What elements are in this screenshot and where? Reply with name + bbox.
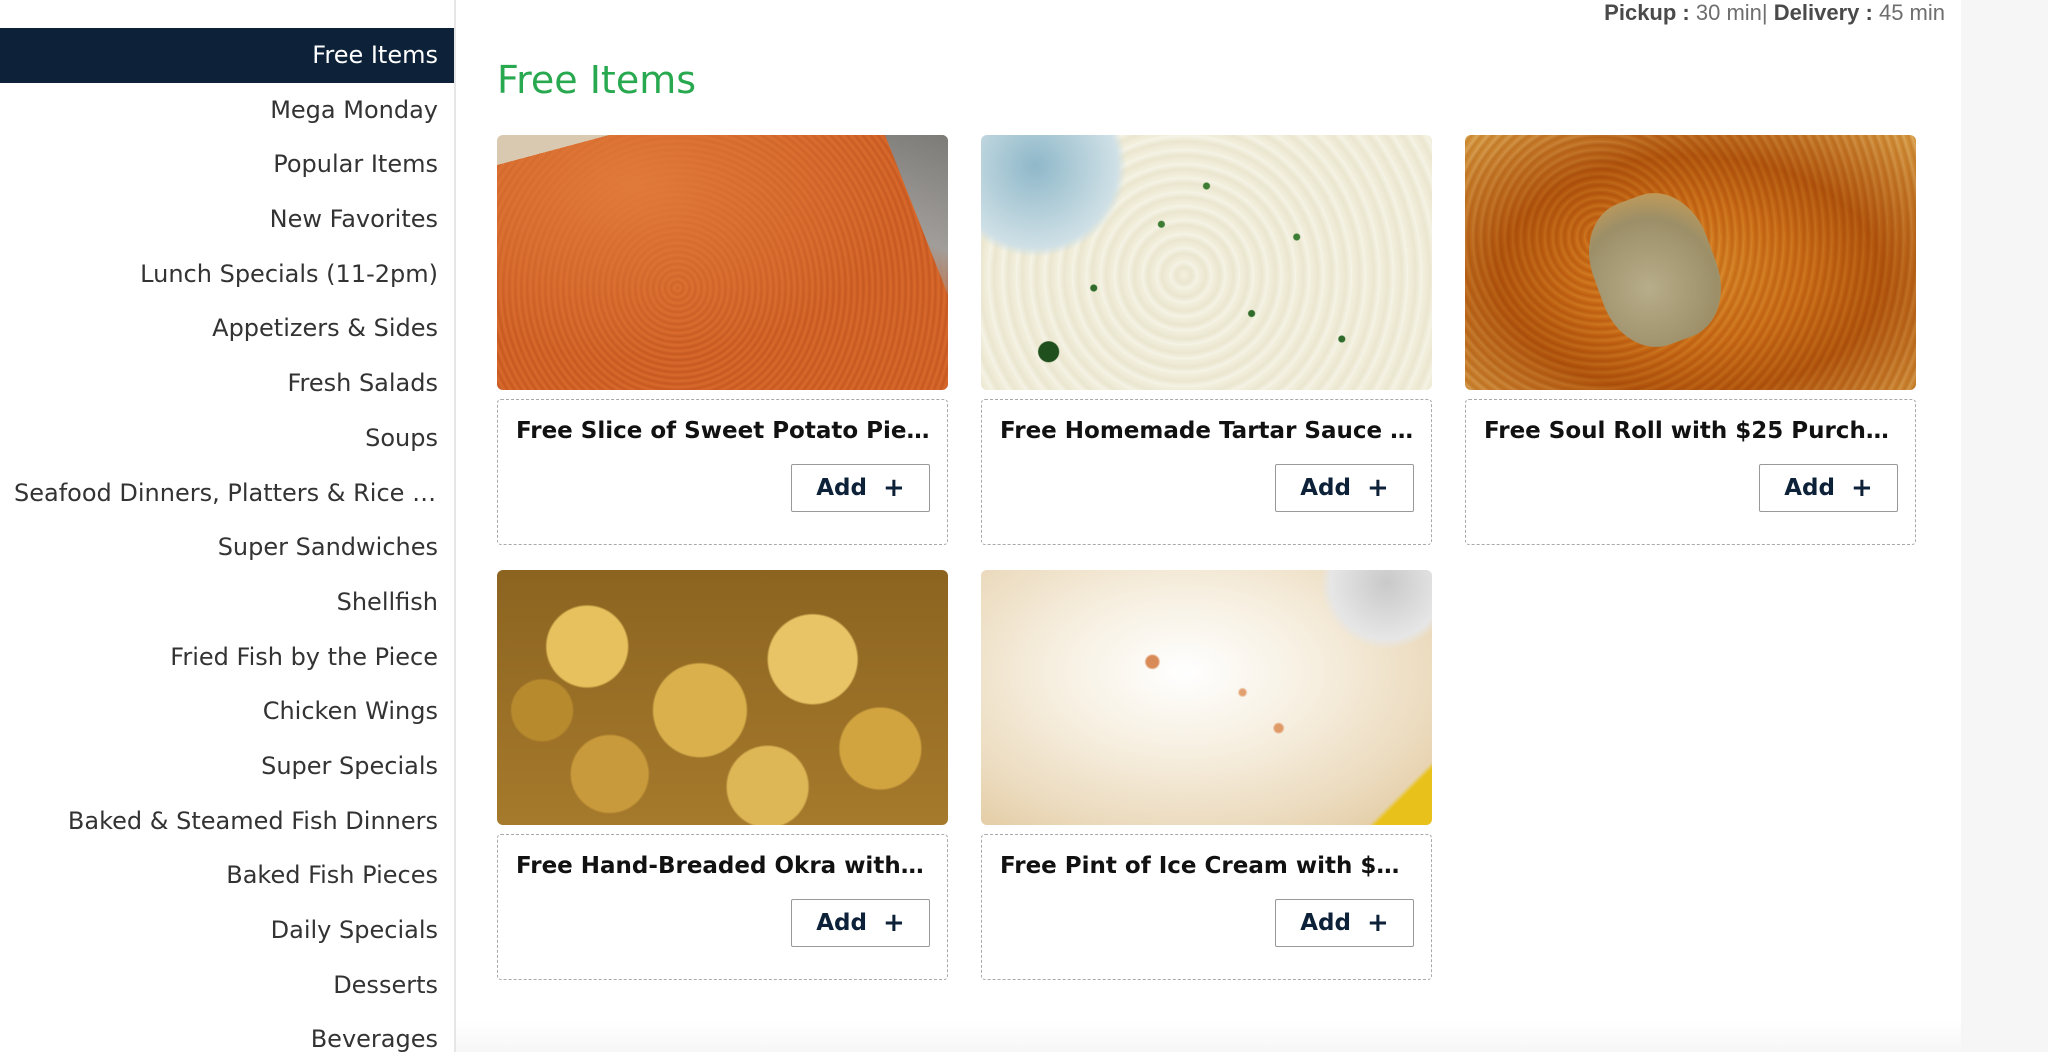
menu-item-card: Free Slice of Sweet Potato Pie wi... Add… [497,135,948,545]
plus-icon: + [1850,473,1873,503]
delivery-label: Delivery : [1773,0,1873,25]
add-button[interactable]: Add + [1275,464,1414,512]
add-button-label: Add [1784,475,1835,501]
add-button[interactable]: Add + [791,899,930,947]
sidebar-item-baked-steamed-fish[interactable]: Baked & Steamed Fish Dinners [0,794,454,849]
ice-cream-image[interactable] [981,570,1432,825]
right-gutter [1961,0,2048,1052]
sidebar-item-chicken-wings[interactable]: Chicken Wings [0,684,454,739]
sidebar-item-shellfish[interactable]: Shellfish [0,575,454,630]
sidebar-item-seafood-dinners[interactable]: Seafood Dinners, Platters & Rice Di... [0,466,454,521]
sidebar-item-beverages[interactable]: Beverages [0,1012,454,1052]
add-button-label: Add [816,475,867,501]
plus-icon: + [1366,908,1389,938]
menu-item-details: Free Pint of Ice Cream with $40 ... Add … [981,834,1432,980]
pickup-delivery-times: Pickup : 30 min| Delivery : 45 min [1604,0,1945,26]
plus-icon: + [882,473,905,503]
pickup-label: Pickup : [1604,0,1690,25]
sidebar-item-fresh-salads[interactable]: Fresh Salads [0,356,454,411]
pickup-time: 30 min [1695,0,1762,25]
sidebar-item-free-items[interactable]: Free Items [0,28,454,83]
add-button[interactable]: Add + [1759,464,1898,512]
menu-item-card: Free Hand-Breaded Okra with $... Add + [497,570,948,980]
menu-item-card: Free Homemade Tartar Sauce W... Add + [981,135,1432,545]
sidebar-item-soups[interactable]: Soups [0,411,454,466]
add-button-label: Add [1300,910,1351,936]
plus-icon: + [1366,473,1389,503]
add-button[interactable]: Add + [1275,899,1414,947]
add-button-label: Add [816,910,867,936]
menu-item-details: Free Homemade Tartar Sauce W... Add + [981,399,1432,545]
sidebar-item-desserts[interactable]: Desserts [0,958,454,1013]
menu-item-details: Free Soul Roll with $25 Purchase... Add … [1465,399,1916,545]
times-separator: | [1761,0,1768,25]
menu-item-name[interactable]: Free Hand-Breaded Okra with $... [516,853,931,879]
sweet-potato-pie-image[interactable] [497,135,948,390]
add-button-label: Add [1300,475,1351,501]
sidebar-item-appetizers-sides[interactable]: Appetizers & Sides [0,301,454,356]
sidebar-item-daily-specials[interactable]: Daily Specials [0,903,454,958]
fried-okra-image[interactable] [497,570,948,825]
menu-item-card: Free Pint of Ice Cream with $40 ... Add … [981,570,1432,980]
sidebar-item-mega-monday[interactable]: Mega Monday [0,83,454,138]
sidebar-item-lunch-specials[interactable]: Lunch Specials (11-2pm) [0,247,454,302]
menu-item-details: Free Hand-Breaded Okra with $... Add + [497,834,948,980]
menu-item-details: Free Slice of Sweet Potato Pie wi... Add… [497,399,948,545]
bottom-fade [455,1020,1961,1052]
sidebar-item-popular-items[interactable]: Popular Items [0,137,454,192]
menu-item-name[interactable]: Free Homemade Tartar Sauce W... [1000,418,1415,444]
page: Free Items Mega Monday Popular Items New… [0,0,2048,1052]
sidebar-item-new-favorites[interactable]: New Favorites [0,192,454,247]
menu-item-card: Free Soul Roll with $25 Purchase... Add … [1465,135,1916,545]
soul-roll-image[interactable] [1465,135,1916,390]
sidebar-item-super-specials[interactable]: Super Specials [0,739,454,794]
plus-icon: + [882,908,905,938]
category-sidebar: Free Items Mega Monday Popular Items New… [0,0,456,1052]
menu-item-name[interactable]: Free Slice of Sweet Potato Pie wi... [516,418,931,444]
tartar-sauce-image[interactable] [981,135,1432,390]
delivery-time: 45 min [1878,0,1945,25]
category-list: Free Items Mega Monday Popular Items New… [0,28,454,1052]
sidebar-item-fried-fish[interactable]: Fried Fish by the Piece [0,630,454,685]
add-button[interactable]: Add + [791,464,930,512]
sidebar-item-super-sandwiches[interactable]: Super Sandwiches [0,520,454,575]
menu-item-name[interactable]: Free Pint of Ice Cream with $40 ... [1000,853,1415,879]
sidebar-item-baked-fish-pieces[interactable]: Baked Fish Pieces [0,848,454,903]
menu-item-name[interactable]: Free Soul Roll with $25 Purchase... [1484,418,1899,444]
section-title: Free Items [497,58,697,102]
